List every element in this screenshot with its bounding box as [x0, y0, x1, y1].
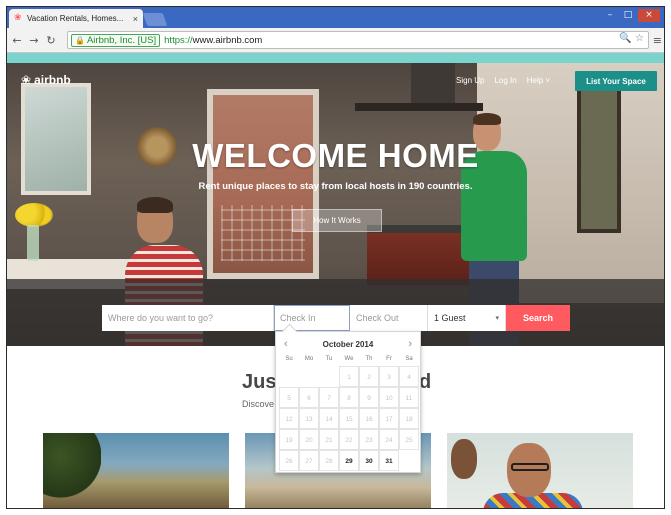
- maximize-icon[interactable]: □: [620, 9, 636, 22]
- calendar-day: 23: [359, 429, 379, 450]
- calendar-day[interactable]: 29: [339, 450, 359, 471]
- flowers: [15, 203, 53, 263]
- date-picker: ‹ October 2014 › Su Mo Tu We Th Fr Sa 12345678…: [275, 331, 421, 473]
- logo-text: airbnb: [34, 73, 71, 87]
- search-form: Where do you want to go? Check In Check …: [102, 305, 570, 331]
- section-subtitle: Discove: [242, 399, 275, 409]
- hero-subtitle: Rent unique places to stay from local ho…: [198, 181, 473, 192]
- airbnb-logo[interactable]: ❀ airbnb: [21, 73, 71, 87]
- calendar-day: 27: [299, 450, 319, 471]
- calendar-day: 26: [279, 450, 299, 471]
- sign-up-link[interactable]: Sign Up: [456, 76, 484, 85]
- browser-toolbar: ← → ↻ 🔒 Airbnb, Inc. [US] https:// www.a…: [7, 28, 664, 53]
- weekday-row: Su Mo Tu We Th Fr Sa: [279, 356, 419, 362]
- top-nav: Sign Up Log In Help ˅: [456, 76, 550, 85]
- weekday-label: Mo: [304, 356, 314, 362]
- new-tab-button[interactable]: [142, 13, 168, 26]
- destination-card[interactable]: [447, 433, 633, 508]
- ev-label: Airbnb, Inc. [US]: [86, 34, 157, 46]
- previous-month-icon[interactable]: ‹: [284, 338, 288, 350]
- calendar-day: 10: [379, 387, 399, 408]
- weekday-label: Su: [285, 356, 293, 362]
- log-in-link[interactable]: Log In: [494, 76, 516, 85]
- location-input[interactable]: Where do you want to go?: [102, 305, 274, 331]
- calendar-day: 7: [319, 387, 339, 408]
- search-button[interactable]: Search: [506, 305, 570, 331]
- calendar-header: ‹ October 2014 ›: [276, 336, 420, 352]
- title-bar: ❀ Vacation Rentals, Homes... × – □ ×: [7, 7, 664, 28]
- calendar-day: 1: [339, 366, 359, 387]
- accent-strip: [7, 53, 664, 63]
- calendar-day: 16: [359, 408, 379, 429]
- next-month-icon[interactable]: ›: [408, 338, 412, 350]
- calendar-day: 5: [279, 387, 299, 408]
- calendar-day: 8: [339, 387, 359, 408]
- calendar-grid: 1 2 3 4 5 6 7 8 9 10 11 12 13 14 15 16 17 18 19 20 21 22 23 24 2…: [279, 366, 419, 471]
- calendar-day: 19: [279, 429, 299, 450]
- calendar-blank: [299, 366, 319, 387]
- calendar-day: 12: [279, 408, 299, 429]
- calendar-blank: [319, 366, 339, 387]
- weekday-label: Sa: [405, 356, 413, 362]
- browser-menu-icon[interactable]: ≡: [653, 34, 662, 47]
- list-your-space-button[interactable]: List Your Space: [575, 71, 657, 91]
- calendar-day: 18: [399, 408, 419, 429]
- calendar-day: 6: [299, 387, 319, 408]
- calendar-day: 17: [379, 408, 399, 429]
- check-out-input[interactable]: Check Out: [350, 305, 428, 331]
- weekday-label: We: [344, 356, 354, 362]
- calendar-day[interactable]: 30: [359, 450, 379, 471]
- calendar-day: 11: [399, 387, 419, 408]
- range-hood: [411, 63, 455, 103]
- url-scheme: https://: [164, 34, 193, 46]
- calendar-blank: [399, 450, 419, 471]
- hero-section: ❀ airbnb Sign Up Log In Help ˅ List Your…: [7, 63, 664, 346]
- calendar-blank: [279, 366, 299, 387]
- hero-title: WELCOME HOME: [192, 137, 479, 174]
- destination-card[interactable]: [43, 433, 229, 508]
- calendar-day: 9: [359, 387, 379, 408]
- calendar-day: 15: [339, 408, 359, 429]
- address-bar[interactable]: 🔒 Airbnb, Inc. [US] https:// www.airbnb.…: [67, 31, 649, 49]
- reload-icon[interactable]: ↻: [44, 34, 58, 47]
- url-host: www.airbnb.com: [192, 34, 263, 46]
- calendar-day: 2: [359, 366, 379, 387]
- calendar-day: 24: [379, 429, 399, 450]
- caret-down-icon: ▾: [495, 314, 499, 322]
- calendar-day: 21: [319, 429, 339, 450]
- how-it-works-button[interactable]: How It Works: [292, 209, 382, 232]
- guests-value: 1 Guest: [434, 313, 466, 323]
- window-controls: – □ ×: [602, 9, 660, 22]
- browser-window: ❀ Vacation Rentals, Homes... × – □ × ← →…: [6, 6, 665, 509]
- guests-select[interactable]: 1 Guest ▾: [428, 305, 506, 331]
- zoom-and-star-icons[interactable]: 🔍 ☆: [619, 33, 644, 44]
- ev-certificate-badge[interactable]: 🔒 Airbnb, Inc. [US]: [71, 33, 161, 47]
- calendar-month: October 2014: [322, 339, 374, 349]
- calendar-day[interactable]: 31: [379, 450, 399, 471]
- forward-arrow-icon[interactable]: →: [27, 34, 41, 47]
- calendar-day: 3: [379, 366, 399, 387]
- weekday-label: Tu: [325, 356, 333, 362]
- airbnb-favicon-icon: ❀: [14, 13, 22, 23]
- tab-title: Vacation Rentals, Homes...: [27, 14, 124, 23]
- browser-tab[interactable]: ❀ Vacation Rentals, Homes... ×: [9, 9, 143, 28]
- shelf: [355, 103, 483, 111]
- section-title: Jus: [242, 371, 277, 393]
- lock-icon: 🔒: [75, 35, 85, 45]
- tab-close-icon[interactable]: ×: [133, 14, 138, 24]
- help-menu[interactable]: Help ˅: [527, 76, 550, 85]
- weekday-label: Th: [365, 356, 373, 362]
- airbnb-logo-icon: ❀: [21, 73, 32, 87]
- calendar-day: 20: [299, 429, 319, 450]
- calendar-day: 25: [399, 429, 419, 450]
- close-window-icon[interactable]: ×: [638, 9, 660, 22]
- calendar-day: 28: [319, 450, 339, 471]
- back-arrow-icon[interactable]: ←: [10, 34, 24, 47]
- calendar-day: 22: [339, 429, 359, 450]
- calendar-day: 13: [299, 408, 319, 429]
- weekday-label: Fr: [386, 356, 392, 362]
- calendar-day: 4: [399, 366, 419, 387]
- minimize-icon[interactable]: –: [602, 9, 618, 22]
- calendar-day: 14: [319, 408, 339, 429]
